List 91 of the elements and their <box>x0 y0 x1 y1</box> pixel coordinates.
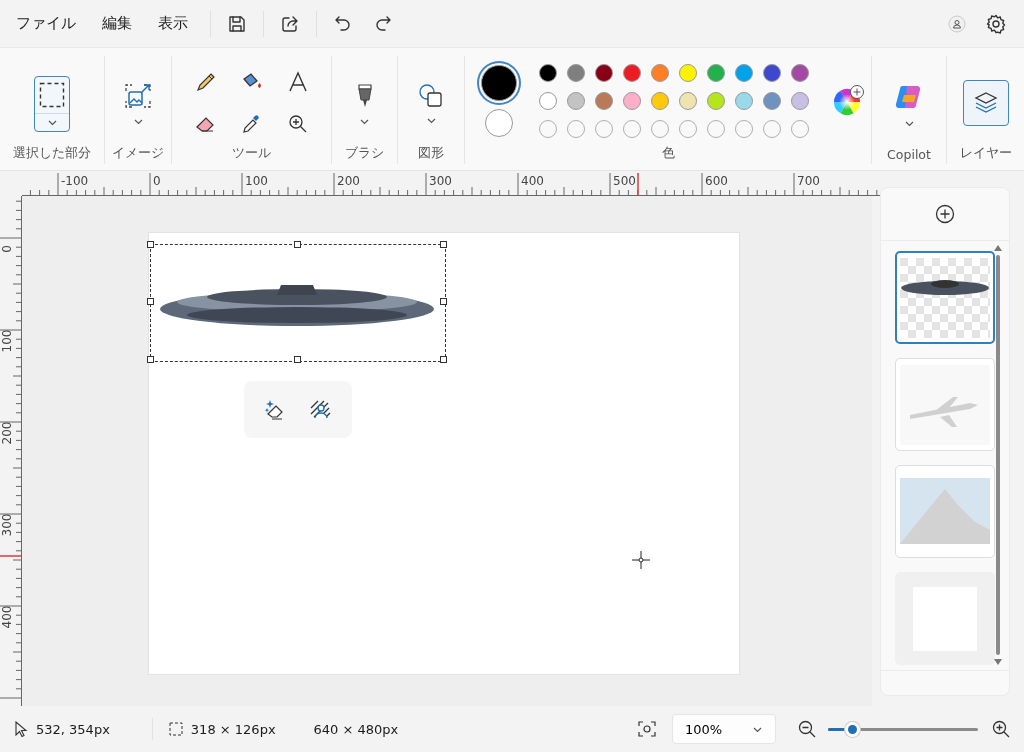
ruler-label: 0 <box>0 245 14 253</box>
ruler-label: 700 <box>797 174 820 188</box>
color-swatch[interactable] <box>763 91 781 110</box>
chevron-icon <box>359 118 370 125</box>
zoom-slider[interactable] <box>828 721 978 737</box>
chevron-icon <box>903 120 915 127</box>
color-swatch[interactable] <box>679 91 697 110</box>
group-label: 色 <box>661 145 675 162</box>
menu-item[interactable]: ファイル <box>6 8 86 39</box>
ruler-label: 100 <box>245 174 268 188</box>
ruler-label: 300 <box>0 513 14 537</box>
ruler-label: 300 <box>429 174 452 188</box>
color-swatch[interactable] <box>651 63 669 82</box>
color-swatch[interactable] <box>707 63 725 82</box>
color-swatch[interactable] <box>735 91 753 110</box>
color-swatch[interactable] <box>791 63 809 82</box>
color-swatch[interactable] <box>679 63 697 82</box>
ruler-label: 100 <box>0 329 14 353</box>
dashed-rectangle-icon <box>39 81 65 108</box>
chevron-icon <box>46 118 58 126</box>
shapes-icon <box>418 83 444 109</box>
color-swatch[interactable] <box>791 91 809 110</box>
group-label: レイヤー <box>959 145 1012 162</box>
ruler-label: -100 <box>61 174 89 188</box>
resize-handle[interactable] <box>294 241 301 248</box>
cursor-position: 532, 354px <box>36 721 110 737</box>
shapes-button[interactable] <box>418 83 444 124</box>
group-label: Copilot <box>887 147 931 164</box>
color-swatch[interactable] <box>539 91 557 110</box>
color-wheel-icon <box>833 83 865 116</box>
ruler-label: 600 <box>705 174 728 188</box>
menu-item[interactable]: 表示 <box>148 8 198 39</box>
group-label: ツール <box>232 145 271 162</box>
chevron-icon <box>752 725 763 733</box>
ruler-label: 400 <box>0 605 14 629</box>
chevron-icon <box>425 117 437 124</box>
save-icon <box>227 13 247 34</box>
crosshair-cursor <box>631 550 651 570</box>
group-label: 選択した部分 <box>13 145 91 162</box>
ruler-label: 400 <box>521 174 544 188</box>
drawing-canvas[interactable] <box>148 232 740 675</box>
resize-handle[interactable] <box>294 356 301 363</box>
fit-icon <box>638 721 656 737</box>
selection-button[interactable] <box>34 75 70 132</box>
zoom-dropdown[interactable]: 100% <box>672 714 776 744</box>
pointer-icon <box>14 721 28 737</box>
ruler-label: 0 <box>153 174 161 188</box>
color-swatch[interactable] <box>651 91 669 110</box>
zoom-in-button[interactable] <box>992 720 1010 738</box>
color-swatch[interactable] <box>567 91 585 110</box>
color-swatch[interactable] <box>735 63 753 82</box>
color-swatch[interactable] <box>567 63 585 82</box>
primary-color[interactable] <box>481 64 517 101</box>
resize-handle[interactable] <box>440 241 447 248</box>
canvas-size: 640 × 480px <box>313 721 399 737</box>
menu-item[interactable]: 編集 <box>92 8 142 39</box>
edit-colors-button[interactable] <box>833 83 865 116</box>
add-layer-button[interactable] <box>935 204 955 224</box>
user-icon <box>948 14 966 33</box>
ruler-label: 200 <box>0 421 14 445</box>
ruler-label: 500 <box>613 174 636 188</box>
resize-handle[interactable] <box>440 298 447 305</box>
settings-icon <box>986 13 1006 34</box>
zoom-out-button[interactable] <box>798 720 816 738</box>
zoom-in-icon <box>992 720 1010 738</box>
color-swatch[interactable] <box>623 63 641 82</box>
group-label: 図形 <box>418 145 444 162</box>
layer-thumbnail[interactable] <box>895 251 995 344</box>
color-swatch[interactable] <box>707 91 725 110</box>
fit-to-window-button[interactable] <box>638 721 656 737</box>
color-swatch[interactable] <box>595 63 613 82</box>
group-label: ブラシ <box>345 145 384 162</box>
resize-handle[interactable] <box>440 356 447 363</box>
ruler-label: 200 <box>337 174 360 188</box>
image-button[interactable] <box>124 82 152 125</box>
color-swatch[interactable] <box>763 63 781 82</box>
resize-handle[interactable] <box>147 356 154 363</box>
dashed-rectangle-icon <box>168 722 183 736</box>
chevron-icon <box>132 118 144 125</box>
layers-button[interactable] <box>962 79 1009 126</box>
color-swatch[interactable] <box>595 91 613 110</box>
color-swatch[interactable] <box>623 91 641 110</box>
zoom-out-icon <box>798 720 816 738</box>
group-label: イメージ <box>112 145 164 162</box>
resize-handle[interactable] <box>147 241 154 248</box>
secondary-color[interactable] <box>485 108 513 137</box>
plus-circle-icon <box>935 204 955 224</box>
resize-handle[interactable] <box>147 298 154 305</box>
color-swatch[interactable] <box>539 63 557 82</box>
image-resize-icon <box>124 82 152 110</box>
selection-size: 318 × 126px <box>190 721 276 737</box>
